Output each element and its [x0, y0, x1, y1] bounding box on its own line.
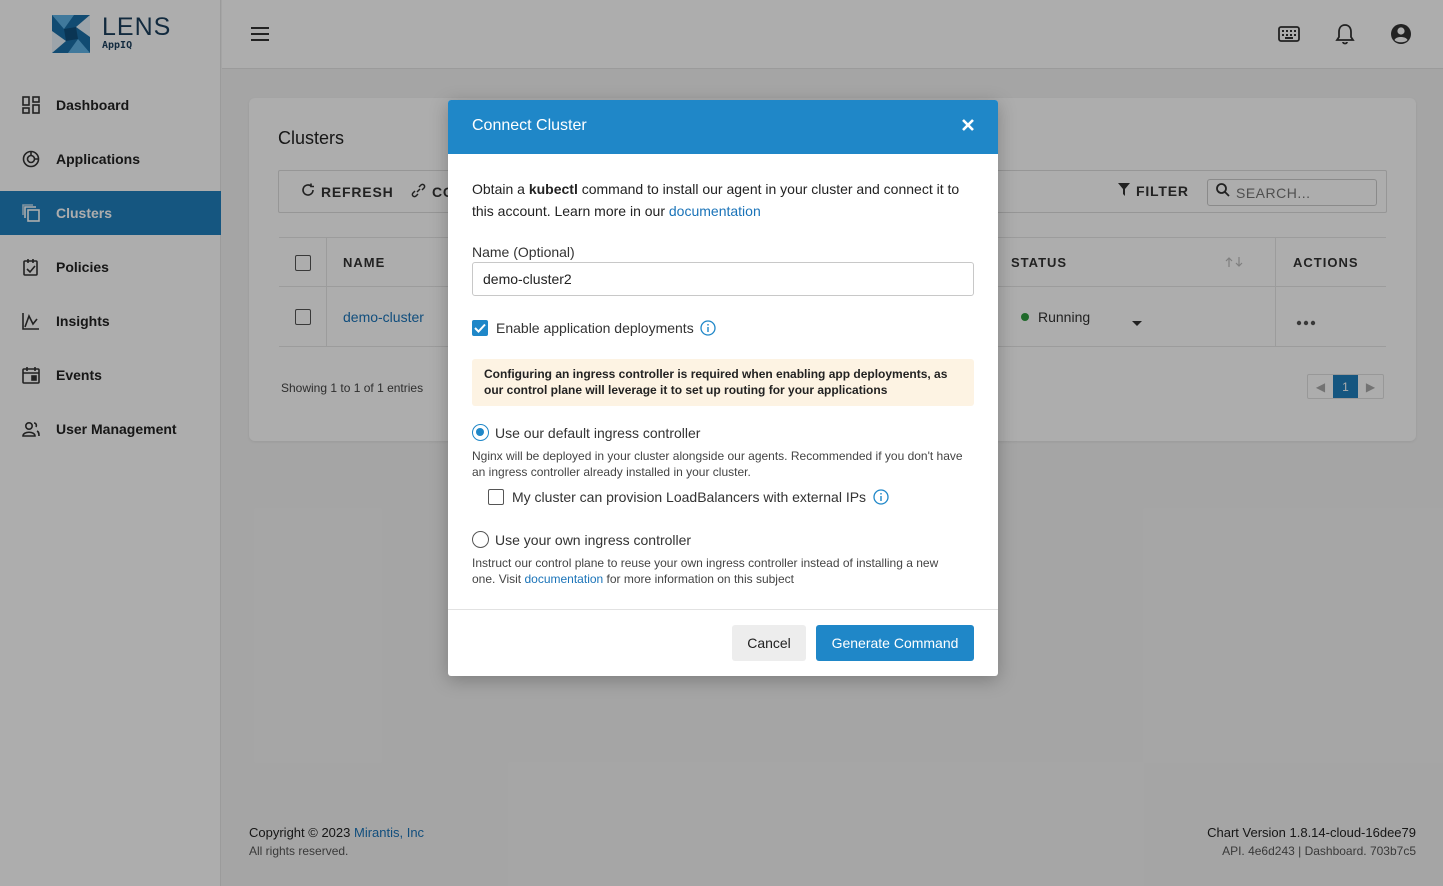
info-icon[interactable]	[873, 489, 889, 505]
dialog-footer-divider	[448, 609, 998, 610]
own-ingress-desc: Instruct our control plane to reuse your…	[472, 555, 952, 587]
own-ingress-radio[interactable]	[472, 531, 489, 548]
loadbalancer-checkbox[interactable]	[488, 489, 504, 505]
name-field-label: Name (Optional)	[472, 244, 575, 260]
own-ingress-desc-tail: for more information on this subject	[603, 572, 794, 586]
enable-deployments-checkbox[interactable]	[472, 320, 488, 336]
default-ingress-desc: Nginx will be deployed in your cluster a…	[472, 449, 963, 479]
generate-command-button[interactable]: Generate Command	[816, 625, 974, 661]
kubectl-text: kubectl	[528, 181, 578, 197]
loadbalancer-label[interactable]: My cluster can provision LoadBalancers w…	[512, 489, 866, 505]
dialog-header: Connect Cluster	[448, 100, 998, 154]
info-icon[interactable]	[700, 320, 716, 336]
loadbalancer-row: My cluster can provision LoadBalancers w…	[488, 489, 889, 505]
dialog-title: Connect Cluster	[472, 117, 587, 134]
default-ingress-radio[interactable]	[472, 424, 489, 441]
dialog-intro: Obtain a kubectl command to install our …	[472, 178, 972, 222]
own-ingress-label[interactable]: Use your own ingress controller	[495, 532, 691, 548]
enable-deployments-row: Enable application deployments	[472, 320, 716, 336]
default-ingress-option: Use our default ingress controller	[472, 424, 700, 441]
own-ingress-option: Use your own ingress controller	[472, 531, 691, 548]
enable-deployments-label[interactable]: Enable application deployments	[496, 320, 694, 336]
own-ingress-doc-link[interactable]: documentation	[524, 572, 603, 586]
name-field[interactable]	[472, 262, 974, 296]
documentation-link[interactable]: documentation	[669, 203, 761, 219]
cancel-button[interactable]: Cancel	[732, 625, 806, 661]
ingress-warning: Configuring an ingress controller is req…	[472, 359, 974, 406]
intro-text: Obtain a	[472, 181, 529, 197]
close-icon[interactable]	[958, 115, 978, 135]
default-ingress-label[interactable]: Use our default ingress controller	[495, 425, 700, 441]
connect-cluster-dialog: Connect Cluster Obtain a kubectl command…	[448, 100, 998, 676]
